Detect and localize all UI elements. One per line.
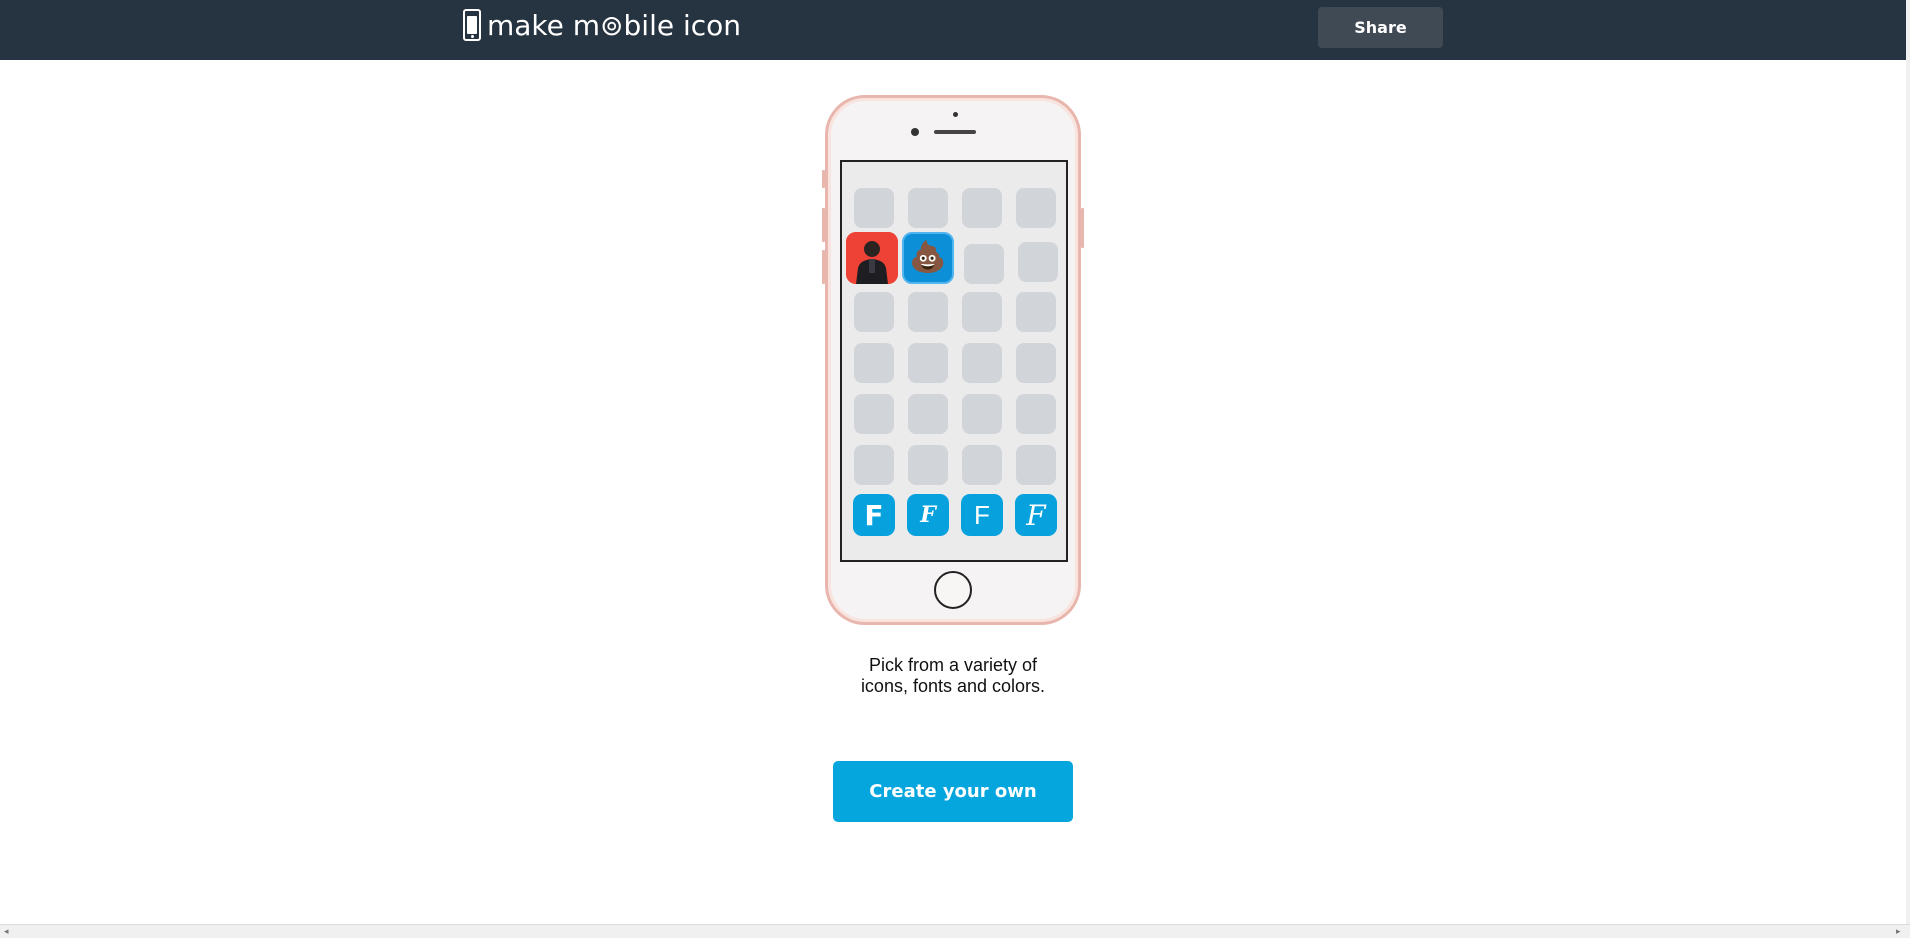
phone-side-button bbox=[822, 208, 825, 242]
phone-side-button bbox=[1081, 208, 1084, 248]
phone-front-camera bbox=[911, 128, 919, 136]
app-icon-placeholder bbox=[962, 343, 1002, 383]
app-icon-placeholder bbox=[1018, 242, 1058, 282]
letter-f-icon: F bbox=[974, 499, 990, 530]
letter-f-icon: F bbox=[1026, 498, 1046, 532]
app-icon-placeholder bbox=[1016, 292, 1056, 332]
horizontal-scrollbar[interactable]: ◂ ▸ bbox=[0, 924, 1910, 938]
vertical-scrollbar[interactable] bbox=[1906, 0, 1910, 924]
font-app-icon: F bbox=[853, 494, 895, 536]
app-icon-placeholder bbox=[854, 445, 894, 485]
feature-caption: Pick from a variety of icons, fonts and … bbox=[830, 655, 1076, 697]
letter-f-icon: F bbox=[864, 498, 884, 532]
app-icon-placeholder bbox=[962, 445, 1002, 485]
app-icon-placeholder bbox=[854, 343, 894, 383]
create-your-own-button[interactable]: Create your own bbox=[833, 761, 1073, 822]
phone-side-button bbox=[822, 170, 825, 188]
site-logo[interactable]: make m⊚bile icon bbox=[463, 7, 741, 43]
letter-f-icon: F bbox=[920, 502, 936, 528]
app-icon-placeholder bbox=[908, 292, 948, 332]
phone-mockup: 💩 F F F F bbox=[822, 95, 1084, 625]
app-icon-placeholder bbox=[908, 445, 948, 485]
logo-text: make m⊚bile icon bbox=[487, 8, 742, 42]
app-icon-placeholder bbox=[962, 292, 1002, 332]
app-icon-placeholder bbox=[1016, 188, 1056, 228]
emoji-app-icon: 💩 bbox=[902, 232, 954, 284]
app-icon-placeholder bbox=[962, 394, 1002, 434]
person-photo-icon bbox=[846, 232, 898, 284]
font-app-icon: F bbox=[1015, 494, 1057, 536]
poop-emoji-icon: 💩 bbox=[909, 240, 947, 275]
caption-line-1: Pick from a variety of bbox=[868, 655, 1038, 675]
app-icon-placeholder bbox=[854, 188, 894, 228]
share-button[interactable]: Share bbox=[1318, 7, 1443, 48]
app-icon-placeholder bbox=[908, 188, 948, 228]
phone-sensor bbox=[953, 112, 958, 117]
app-icon-placeholder bbox=[1016, 445, 1056, 485]
caption-line-2: icons, fonts and colors. bbox=[860, 676, 1046, 696]
photo-app-icon bbox=[846, 232, 898, 284]
scroll-right-arrow-icon[interactable]: ▸ bbox=[1896, 927, 1901, 937]
phone-home-button bbox=[934, 571, 972, 609]
phone-speaker bbox=[934, 130, 976, 134]
app-icon-placeholder bbox=[1016, 394, 1056, 434]
font-app-icon: F bbox=[907, 494, 949, 536]
font-app-icon: F bbox=[961, 494, 1003, 536]
app-icon-placeholder bbox=[908, 343, 948, 383]
scroll-left-arrow-icon[interactable]: ◂ bbox=[4, 927, 9, 937]
app-icon-placeholder bbox=[1016, 343, 1056, 383]
phone-side-button bbox=[822, 250, 825, 284]
app-icon-placeholder bbox=[908, 394, 948, 434]
app-icon-placeholder bbox=[854, 292, 894, 332]
top-bar: make m⊚bile icon Share bbox=[0, 0, 1906, 60]
app-icon-placeholder bbox=[962, 188, 1002, 228]
phone-screen: 💩 F F F F bbox=[840, 160, 1068, 562]
phone-logo-icon bbox=[463, 9, 481, 41]
app-icon-placeholder bbox=[964, 244, 1004, 284]
app-icon-placeholder bbox=[854, 394, 894, 434]
